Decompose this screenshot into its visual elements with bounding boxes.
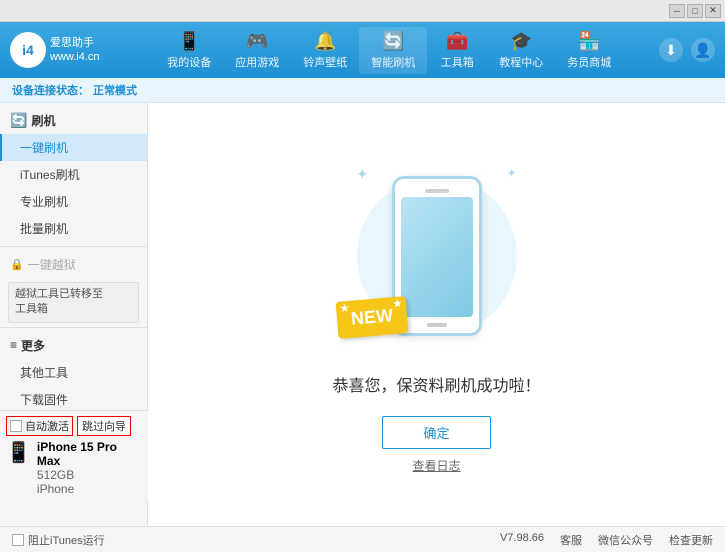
nav-tutorials[interactable]: 🎓 教程中心: [487, 27, 555, 74]
sidebar: 🔄 刷机 一键刷机 iTunes刷机 专业刷机 批量刷机 🔒 一键越狱 越狱工具…: [0, 103, 148, 526]
logo: i4 爱思助手 www.i4.cn: [10, 32, 100, 68]
auto-activate-row: 自动激活 跳过向导: [6, 416, 142, 436]
nav-services-icon: 🏪: [578, 31, 600, 52]
device-phone-icon: 📱: [6, 440, 31, 465]
logo-text: 爱思助手 www.i4.cn: [50, 36, 100, 65]
nav-my-device[interactable]: 📱 我的设备: [155, 27, 223, 74]
close-button[interactable]: ✕: [705, 4, 721, 18]
status-bar: 设备连接状态： 正常模式: [0, 78, 725, 103]
footer-right: V7.98.66 客服 微信公众号 检查更新: [500, 532, 713, 548]
nav-services[interactable]: 🏪 务员商城: [555, 27, 623, 74]
view-log-link[interactable]: 查看日志: [412, 457, 460, 474]
logo-icon: i4: [10, 32, 46, 68]
phone-screen: [401, 197, 473, 317]
maximize-button[interactable]: □: [687, 4, 703, 18]
main-layout: 🔄 刷机 一键刷机 iTunes刷机 专业刷机 批量刷机 🔒 一键越狱 越狱工具…: [0, 103, 725, 526]
wechat-link[interactable]: 微信公众号: [598, 532, 653, 548]
nav-ringtone-icon: 🔔: [314, 31, 336, 52]
minimize-button[interactable]: ─: [669, 4, 685, 18]
sidebar-notice: 越狱工具已转移至 工具箱: [8, 282, 139, 323]
check-update-link[interactable]: 检查更新: [669, 532, 713, 548]
more-section-icon: ≡: [10, 338, 17, 352]
footer-left: 阻止iTunes运行: [12, 532, 105, 548]
nav-flash-icon: 🔄: [382, 31, 404, 52]
header: i4 爱思助手 www.i4.cn 📱 我的设备 🎮 应用游戏 🔔 铃声壁纸 🔄…: [0, 22, 725, 78]
phone-home-button: [427, 323, 447, 327]
sidebar-divider-2: [0, 327, 147, 328]
sidebar-divider-1: [0, 246, 147, 247]
nav-bar: 📱 我的设备 🎮 应用游戏 🔔 铃声壁纸 🔄 智能刷机 🧰 工具箱 🎓 教程中心…: [120, 27, 659, 74]
desktop-link[interactable]: 客服: [560, 532, 582, 548]
flash-section-icon: 🔄: [10, 112, 27, 129]
confirm-button[interactable]: 确定: [382, 416, 490, 449]
itunes-checkbox[interactable]: [12, 534, 24, 546]
star-top-right: ✦: [506, 166, 516, 180]
user-button[interactable]: 👤: [691, 38, 715, 62]
content-area: ✦ ✦ NEW 恭喜您，保资料刷机成功啦！ 确定 查看日志: [148, 103, 725, 526]
device-details: iPhone 15 Pro Max 512GB iPhone: [37, 440, 142, 496]
sidebar-item-pro-flash[interactable]: 专业刷机: [0, 188, 147, 215]
header-right: ⬇ 👤: [659, 38, 715, 62]
window-bar: ─ □ ✕: [0, 0, 725, 22]
auto-nav-button[interactable]: 跳过向导: [77, 416, 131, 436]
success-title: 恭喜您，保资料刷机成功啦！: [332, 372, 540, 396]
device-info: 📱 iPhone 15 Pro Max 512GB iPhone: [6, 440, 142, 496]
sidebar-disabled-jailbreak: 🔒 一键越狱: [0, 251, 147, 278]
lock-icon: 🔒: [10, 258, 24, 271]
new-badge: NEW: [335, 296, 408, 339]
phone-speaker: [425, 189, 449, 193]
device-section: 自动激活 跳过向导 📱 iPhone 15 Pro Max 512GB iPho…: [0, 410, 148, 501]
nav-toolbox[interactable]: 🧰 工具箱: [427, 27, 487, 74]
nav-ringtones[interactable]: 🔔 铃声壁纸: [291, 27, 359, 74]
sidebar-item-batch-flash[interactable]: 批量刷机: [0, 215, 147, 242]
nav-smart-flash[interactable]: 🔄 智能刷机: [359, 27, 427, 74]
sidebar-item-itunes-flash[interactable]: iTunes刷机: [0, 161, 147, 188]
nav-apps-icon: 🎮: [246, 31, 268, 52]
sidebar-flash-title: 🔄 刷机: [0, 107, 147, 134]
footer: 阻止iTunes运行 V7.98.66 客服 微信公众号 检查更新: [0, 526, 725, 552]
sidebar-item-download-firmware[interactable]: 下载固件: [0, 386, 147, 413]
success-image: ✦ ✦ NEW: [347, 156, 527, 356]
sidebar-item-other-tools[interactable]: 其他工具: [0, 359, 147, 386]
nav-device-icon: 📱: [178, 31, 200, 52]
star-top-left: ✦: [357, 166, 369, 183]
download-button[interactable]: ⬇: [659, 38, 683, 62]
auto-activate-checkbox-wrapper[interactable]: 自动激活: [6, 416, 73, 436]
sidebar-item-one-click-flash[interactable]: 一键刷机: [0, 134, 147, 161]
nav-toolbox-icon: 🧰: [446, 31, 468, 52]
auto-activate-checkbox[interactable]: [10, 420, 22, 432]
nav-apps-games[interactable]: 🎮 应用游戏: [223, 27, 291, 74]
nav-tutorial-icon: 🎓: [510, 31, 532, 52]
version-label: V7.98.66: [500, 532, 544, 548]
sidebar-more-title: ≡ 更多: [0, 332, 147, 359]
